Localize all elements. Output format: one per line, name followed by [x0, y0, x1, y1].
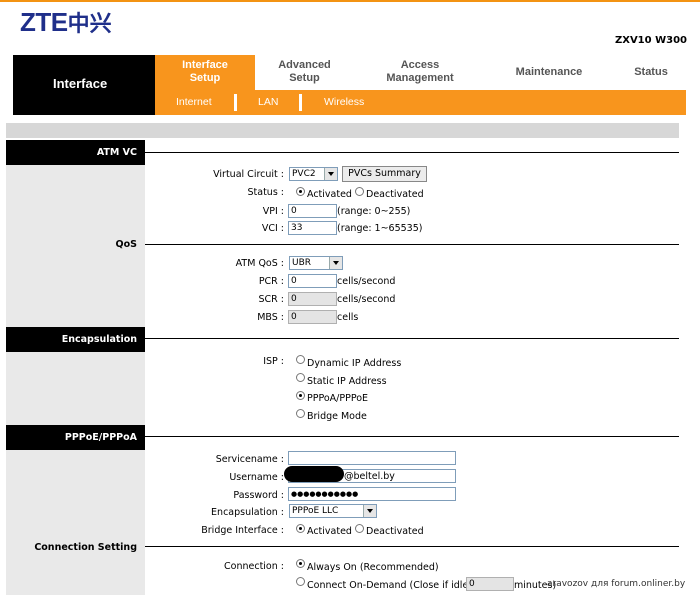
bridge-deactivated-radio[interactable] [355, 524, 364, 533]
scr-label: SCR : [258, 294, 285, 305]
vci-label: VCI : [261, 223, 284, 234]
servicename-label: Servicename : [215, 454, 284, 465]
subtab-lan[interactable]: LAN [258, 96, 278, 108]
zte-logo: ZTE中兴 [20, 7, 112, 37]
password-label: Password : [233, 490, 284, 501]
connection-setting-label: Connection Setting [34, 542, 137, 553]
status-label: Status : [247, 187, 285, 198]
tab-label-line1: Advanced [278, 59, 331, 71]
status-deactivated-radio[interactable] [355, 187, 364, 196]
section-divider [145, 546, 679, 547]
isp-dynamic-radio[interactable] [296, 355, 305, 364]
section-divider [145, 152, 679, 153]
always-on-radio[interactable] [296, 559, 305, 568]
vpi-label: VPI : [262, 206, 284, 217]
section-header-atm-vc: ATM VC [6, 140, 145, 165]
connection-label: Connection : [224, 561, 284, 572]
model-name: ZXV10 W300 [614, 35, 687, 46]
vpi-range: (range: 0~255) [337, 206, 411, 217]
servicename-input[interactable] [288, 451, 456, 465]
atm-qos-label: ATM QoS : [235, 258, 284, 269]
on-demand-label: Connect On-Demand (Close if idle for [307, 580, 485, 591]
subtab-separator [234, 94, 237, 111]
chevron-down-icon [363, 505, 376, 517]
scr-input[interactable] [288, 292, 337, 306]
watermark: aravozov для forum.onliner.by [547, 579, 686, 589]
pcr-label: PCR : [258, 276, 284, 287]
section-divider [145, 338, 679, 339]
subtab-internet[interactable]: Internet [176, 96, 212, 108]
isp-option-static: Static IP Address [307, 376, 387, 387]
mbs-input[interactable] [288, 310, 337, 324]
tab-label-line1: Status [634, 66, 668, 78]
content-top-strip [6, 123, 679, 138]
vci-input[interactable] [288, 221, 337, 235]
tab-maintenance[interactable]: Maintenance [504, 66, 594, 79]
password-input[interactable] [288, 487, 456, 501]
subtab-wireless[interactable]: Wireless [324, 96, 364, 108]
virtual-circuit-select[interactable]: PVC2 [289, 167, 338, 181]
isp-pppoa-pppoe-radio[interactable] [296, 391, 305, 400]
atm-qos-value: UBR [292, 258, 312, 268]
tab-label-line1: Access [400, 59, 440, 71]
scr-unit: cells/second [337, 294, 396, 305]
mbs-unit: cells [337, 312, 359, 323]
isp-option-pppoa-pppoe: PPPoA/PPPoE [307, 393, 369, 404]
on-demand-radio[interactable] [296, 577, 305, 586]
status-activated-radio[interactable] [296, 187, 305, 196]
virtual-circuit-label: Virtual Circuit : [213, 169, 284, 180]
tab-label-line2: Management [386, 72, 454, 84]
isp-option-dynamic: Dynamic IP Address [307, 358, 402, 369]
tab-status[interactable]: Status [622, 66, 680, 79]
tab-access-management[interactable]: Access Management [370, 59, 470, 85]
always-on-label: Always On (Recommended) [307, 562, 439, 573]
bridge-activated-label: Activated [307, 526, 352, 537]
section-header-pppoe: PPPoE/PPPoA [6, 425, 145, 450]
bridge-deactivated-label: Deactivated [366, 526, 424, 537]
username-domain: @beltel.by [344, 471, 395, 482]
section-divider [145, 436, 679, 437]
pcr-unit: cells/second [337, 276, 396, 287]
bridge-interface-label: Bridge Interface : [201, 525, 284, 536]
section-title: Interface [53, 76, 108, 91]
isp-option-bridge: Bridge Mode [307, 411, 367, 422]
isp-label: ISP : [263, 356, 284, 367]
qos-group-label: QoS [115, 239, 137, 250]
subtab-separator [299, 94, 302, 111]
vci-range: (range: 1~65535) [337, 223, 423, 234]
pvcs-summary-button[interactable]: PVCs Summary [342, 166, 427, 182]
tab-label-line2: Setup [289, 72, 320, 84]
mbs-label: MBS : [257, 312, 284, 323]
encapsulation-label: Encapsulation : [211, 507, 284, 518]
tab-label-line1: Interface [182, 59, 228, 71]
bridge-activated-radio[interactable] [296, 524, 305, 533]
chevron-down-icon [329, 257, 342, 269]
redacted-username [284, 466, 344, 482]
username-label: Username : [229, 472, 284, 483]
encapsulation-select[interactable]: PPPoE LLC [289, 504, 377, 518]
tab-advanced-setup[interactable]: Advanced Setup [262, 59, 347, 85]
isp-bridge-radio[interactable] [296, 409, 305, 418]
top-accent-line [0, 0, 700, 2]
vpi-input[interactable] [288, 204, 337, 218]
status-activated-label: Activated [307, 189, 352, 200]
chevron-down-icon [324, 168, 337, 180]
section-divider [145, 244, 679, 245]
status-deactivated-label: Deactivated [366, 189, 424, 200]
tab-interface-setup[interactable]: Interface Setup [155, 55, 255, 90]
atm-qos-select[interactable]: UBR [289, 256, 343, 270]
pcr-input[interactable] [288, 274, 337, 288]
idle-minutes-input[interactable] [466, 577, 514, 591]
tab-label-line1: Maintenance [515, 66, 583, 78]
isp-static-radio[interactable] [296, 373, 305, 382]
virtual-circuit-value: PVC2 [292, 169, 316, 179]
encapsulation-value: PPPoE LLC [292, 506, 339, 516]
tab-label-line2: Setup [189, 72, 221, 84]
section-title-box: Interface [13, 55, 155, 115]
section-header-encapsulation: Encapsulation [6, 327, 145, 352]
